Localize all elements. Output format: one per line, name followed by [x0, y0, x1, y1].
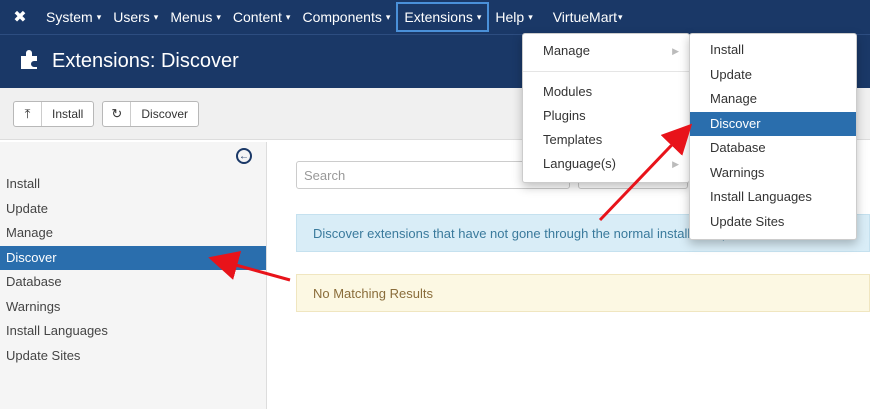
warning-alert: No Matching Results: [296, 274, 870, 312]
caret-down-icon: ▾: [476, 11, 482, 22]
menu-item-manage[interactable]: Manage ▶: [523, 39, 689, 63]
caret-right-icon: ▶: [672, 46, 679, 56]
nav-content[interactable]: Content ▾: [227, 0, 297, 34]
nav-menus[interactable]: Menus ▾: [164, 0, 227, 34]
submenu-item-discover[interactable]: Discover: [690, 111, 856, 136]
menu-item-templates[interactable]: Templates: [523, 128, 689, 152]
sidebar-item-install[interactable]: Install: [0, 172, 266, 197]
nav-extensions[interactable]: Extensions ▾: [396, 2, 490, 32]
discover-button[interactable]: ↻ Discover: [102, 100, 200, 127]
install-button-label: Install: [52, 106, 84, 121]
caret-down-icon: ▾: [285, 11, 291, 22]
menu-item-languages-label: Language(s): [543, 156, 616, 171]
caret-down-icon: ▾: [216, 11, 221, 22]
nav-help[interactable]: Help ▾: [489, 0, 538, 34]
submenu-item-install-languages[interactable]: Install Languages: [690, 185, 856, 210]
nav-components[interactable]: Components ▾: [296, 0, 396, 34]
caret-down-icon: ▾: [153, 11, 159, 22]
nav-users-label: Users: [113, 9, 150, 25]
install-button[interactable]: ⤒ Install: [13, 100, 95, 127]
sidebar-item-discover[interactable]: Discover: [0, 245, 266, 270]
nav-content-label: Content: [232, 9, 282, 25]
caret-right-icon: ▶: [672, 159, 679, 169]
nav-users[interactable]: Users ▾: [107, 0, 164, 34]
top-navbar: ✖ System ▾ Users ▾ Menus ▾ Content ▾ Compone…: [0, 0, 870, 34]
menu-item-manage-label: Manage: [543, 43, 590, 58]
nav-help-label: Help: [495, 9, 525, 25]
submenu-item-manage[interactable]: Manage: [690, 87, 856, 112]
caret-down-icon: ▾: [385, 11, 391, 22]
discover-button-label: Discover: [141, 106, 189, 121]
sidebar-item-update-sites[interactable]: Update Sites: [0, 344, 266, 369]
sidebar-item-manage[interactable]: Manage: [0, 221, 266, 246]
upload-icon: ⤒: [14, 101, 42, 126]
nav-virtuemart[interactable]: VirtueMart ▾: [547, 0, 629, 34]
submenu-item-install[interactable]: Install: [690, 38, 856, 63]
sidebar: ← Install Update Manage Discover Databas…: [0, 142, 267, 409]
collapse-sidebar-icon[interactable]: ←: [236, 148, 252, 164]
sidebar-item-update[interactable]: Update: [0, 197, 266, 222]
caret-down-icon: ▾: [96, 11, 102, 22]
nav-extensions-label: Extensions: [404, 9, 473, 25]
nav-components-label: Components: [302, 9, 382, 25]
page-title: Extensions: Discover: [52, 50, 239, 72]
caret-down-icon: ▾: [528, 11, 533, 22]
nav-menus-label: Menus: [170, 9, 213, 25]
puzzle-icon: [18, 48, 44, 76]
submenu-item-update[interactable]: Update: [690, 63, 856, 88]
submenu-item-update-sites[interactable]: Update Sites: [690, 210, 856, 235]
joomla-logo-icon[interactable]: ✖: [0, 0, 40, 34]
caret-down-icon: ▾: [618, 11, 623, 22]
nav-system-label: System: [46, 9, 93, 25]
sidebar-item-install-languages[interactable]: Install Languages: [0, 319, 266, 344]
manage-submenu: Install Update Manage Discover Database …: [689, 33, 857, 240]
menu-item-languages[interactable]: Language(s) ▶: [523, 152, 689, 176]
sidebar-menu: Install Update Manage Discover Database …: [0, 172, 266, 368]
nav-virtuemart-label: VirtueMart: [552, 9, 618, 25]
nav-system[interactable]: System ▾: [40, 0, 107, 34]
menu-item-plugins[interactable]: Plugins: [523, 104, 689, 128]
submenu-item-warnings[interactable]: Warnings: [690, 161, 856, 186]
sidebar-item-database[interactable]: Database: [0, 270, 266, 295]
refresh-icon: ↻: [103, 101, 132, 126]
sidebar-item-warnings[interactable]: Warnings: [0, 295, 266, 320]
submenu-item-database[interactable]: Database: [690, 136, 856, 161]
extensions-dropdown-menu: Manage ▶ Modules Plugins Templates Langu…: [522, 33, 690, 183]
menu-item-modules[interactable]: Modules: [523, 80, 689, 104]
menu-divider: [523, 71, 689, 72]
